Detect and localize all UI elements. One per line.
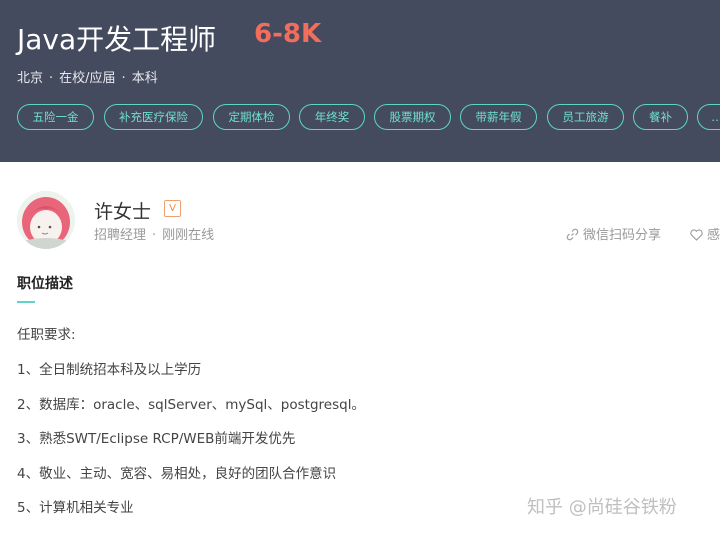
recruiter-role: 招聘经理 bbox=[94, 228, 147, 243]
benefit-tag-more[interactable]: … bbox=[697, 104, 720, 130]
favorite-label: 感 bbox=[707, 228, 720, 243]
benefit-tag[interactable]: 股票期权 bbox=[374, 104, 451, 130]
verified-badge-icon: V bbox=[164, 200, 181, 217]
job-meta: 北京 · 在校/应届 · 本科 bbox=[17, 67, 158, 86]
share-label: 微信扫码分享 bbox=[583, 228, 662, 243]
recruiter-status: 刚刚在线 bbox=[162, 228, 215, 243]
wechat-share-button[interactable]: 微信扫码分享 bbox=[566, 224, 661, 243]
meta-separator: · bbox=[121, 71, 126, 86]
recruiter-card: 许女士 V 招聘经理 · 刚刚在线 微信扫码分享 感 bbox=[0, 162, 720, 252]
section-underline bbox=[17, 301, 35, 303]
watermark: 知乎 @尚硅谷铁粉 bbox=[527, 497, 677, 518]
description-line: 3、熟悉SWT/Eclipse RCP/WEB前端开发优先 bbox=[17, 431, 296, 447]
benefit-tag[interactable]: 员工旅游 bbox=[547, 104, 624, 130]
meta-separator: · bbox=[49, 71, 54, 86]
job-education: 本科 bbox=[131, 71, 158, 86]
benefit-tag[interactable]: 年终奖 bbox=[299, 104, 365, 130]
job-header: Java开发工程师 6-8K 北京 · 在校/应届 · 本科 五险一金 补充医疗保险 定… bbox=[0, 0, 720, 162]
recruiter-meta: 招聘经理 · 刚刚在线 bbox=[94, 224, 214, 243]
benefit-tag[interactable]: 餐补 bbox=[633, 104, 688, 130]
description-line: 任职要求: bbox=[17, 327, 76, 343]
benefit-tag[interactable]: 补充医疗保险 bbox=[104, 104, 203, 130]
job-location: 北京 bbox=[17, 71, 44, 86]
description-line: 5、计算机相关专业 bbox=[17, 500, 134, 516]
meta-separator: · bbox=[152, 228, 157, 243]
avatar[interactable] bbox=[17, 191, 75, 249]
heart-icon bbox=[690, 229, 703, 241]
description-line: 4、敬业、主动、宽容、易相处，良好的团队合作意识 bbox=[17, 466, 337, 482]
job-title: Java开发工程师 bbox=[17, 23, 217, 56]
favorite-button[interactable]: 感 bbox=[690, 224, 720, 243]
benefit-tag[interactable]: 五险一金 bbox=[17, 104, 94, 130]
link-icon bbox=[566, 228, 579, 241]
section-title: 职位描述 bbox=[17, 276, 73, 292]
recruiter-name: 许女士 bbox=[94, 201, 152, 223]
job-experience: 在校/应届 bbox=[59, 71, 116, 86]
description-line: 2、数据库：oracle、sqlServer、mySql、postgresql。 bbox=[17, 397, 365, 413]
job-salary: 6-8K bbox=[254, 19, 322, 49]
benefit-tag[interactable]: 定期体检 bbox=[213, 104, 290, 130]
description-line: 1、全日制统招本科及以上学历 bbox=[17, 362, 202, 378]
benefit-tag[interactable]: 带薪年假 bbox=[460, 104, 537, 130]
avatar-illustration bbox=[17, 191, 75, 249]
